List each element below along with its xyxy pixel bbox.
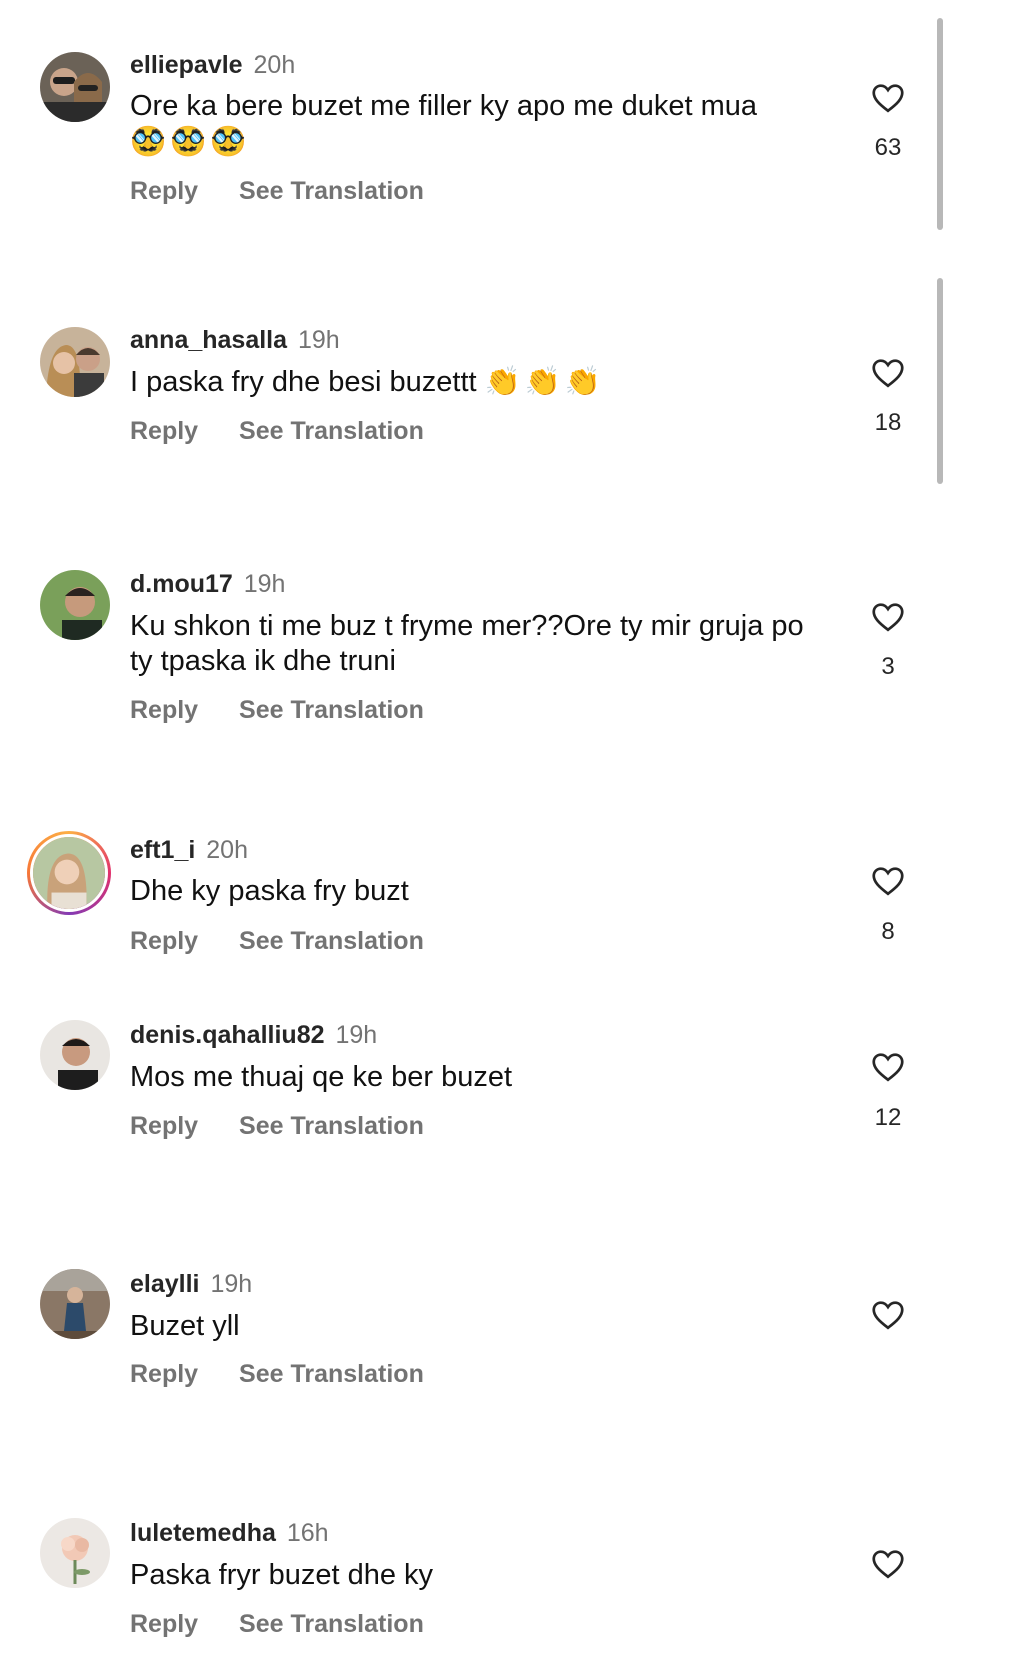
see-translation-button[interactable]: See Translation <box>239 1360 424 1389</box>
heart-outline-icon[interactable] <box>870 863 906 899</box>
comment-text: Ku shkon ti me buz t fryme mer??Ore ty m… <box>130 609 830 679</box>
timestamp: 20h <box>253 51 296 79</box>
comment-text: I paska fry dhe besi buzettt 👏👏👏 <box>130 364 830 400</box>
comment-text: Buzet yll <box>130 1309 830 1344</box>
avatar[interactable] <box>27 831 111 915</box>
heart-outline-icon[interactable] <box>870 599 906 635</box>
disguise-face-emoji: 🥸🥸🥸 <box>130 124 251 158</box>
comment-body: Mos me thuaj qe ke ber buzet <box>130 1061 513 1093</box>
like-count: 18 <box>874 409 902 436</box>
reply-button[interactable]: Reply <box>130 417 198 446</box>
avatar[interactable] <box>40 570 110 640</box>
comment-body: Paska fryr buzet dhe ky <box>130 1559 434 1591</box>
avatar[interactable] <box>40 327 110 397</box>
couple-photo-avatar <box>40 52 110 122</box>
see-translation-button[interactable]: See Translation <box>239 1112 424 1141</box>
reply-button[interactable]: Reply <box>130 1360 198 1389</box>
see-translation-button[interactable]: See Translation <box>239 696 424 725</box>
heart-outline-icon[interactable] <box>870 80 906 116</box>
comment-text: Mos me thuaj qe ke ber buzet <box>130 1060 830 1095</box>
avatar[interactable] <box>40 1518 110 1588</box>
avatar[interactable] <box>40 52 110 122</box>
comment-body: Dhe ky paska fry buzt <box>130 875 409 907</box>
see-translation-button[interactable]: See Translation <box>239 177 424 206</box>
username[interactable]: elaylli <box>130 1270 200 1298</box>
like-count: 8 <box>881 918 895 945</box>
username[interactable]: d.mou17 <box>130 570 233 598</box>
flower-photo-avatar <box>40 1518 110 1588</box>
couple-photo-avatar <box>40 327 110 397</box>
comment-text: Dhe ky paska fry buzt <box>130 874 830 909</box>
timestamp: 19h <box>210 1270 253 1298</box>
person-photo-avatar <box>40 1269 110 1339</box>
man-photo-avatar <box>40 1020 110 1090</box>
reply-button[interactable]: Reply <box>130 1112 198 1141</box>
reply-button[interactable]: Reply <box>130 696 198 725</box>
see-translation-button[interactable]: See Translation <box>239 927 424 956</box>
comment-text: Paska fryr buzet dhe ky <box>130 1558 830 1593</box>
username[interactable]: anna_hasalla <box>130 326 287 354</box>
man-photo-avatar <box>40 570 110 640</box>
timestamp: 19h <box>335 1021 378 1049</box>
comment-body: Buzet yll <box>130 1310 240 1342</box>
clapping-hands-emoji: 👏👏👏 <box>484 364 605 398</box>
heart-outline-icon[interactable] <box>870 1297 906 1333</box>
see-translation-button[interactable]: See Translation <box>239 417 424 446</box>
reply-button[interactable]: Reply <box>130 927 198 956</box>
timestamp: 19h <box>243 570 286 598</box>
reply-button[interactable]: Reply <box>130 1610 198 1639</box>
see-translation-button[interactable]: See Translation <box>239 1610 424 1639</box>
like-count: 3 <box>881 653 895 680</box>
scrollbar-thumb[interactable] <box>937 18 943 230</box>
comment-body: Ku shkon ti me buz t fryme mer??Ore ty m… <box>130 610 804 677</box>
woman-photo-avatar-story-ring <box>33 837 105 909</box>
like-count: 12 <box>874 1104 902 1131</box>
avatar[interactable] <box>40 1020 110 1090</box>
heart-outline-icon[interactable] <box>870 1546 906 1582</box>
reply-button[interactable]: Reply <box>130 177 198 206</box>
username[interactable]: elliepavle <box>130 51 243 79</box>
timestamp: 20h <box>206 836 248 864</box>
comment-body: I paska fry dhe besi buzettt <box>130 366 477 398</box>
timestamp: 19h <box>297 326 340 354</box>
heart-outline-icon[interactable] <box>870 1049 906 1085</box>
username[interactable]: luletemedha <box>130 1519 276 1547</box>
comment-text: Ore ka bere buzet me filler ky apo me du… <box>130 89 830 160</box>
username[interactable]: eft1_i <box>130 836 195 864</box>
username[interactable]: denis.qahalliu82 <box>130 1021 325 1049</box>
comment-body: Ore ka bere buzet me filler ky apo me du… <box>130 90 758 122</box>
heart-outline-icon[interactable] <box>870 355 906 391</box>
scrollbar-track-segment[interactable] <box>937 278 943 484</box>
like-count: 63 <box>874 134 902 161</box>
avatar[interactable] <box>40 1269 110 1339</box>
timestamp: 16h <box>286 1519 329 1547</box>
